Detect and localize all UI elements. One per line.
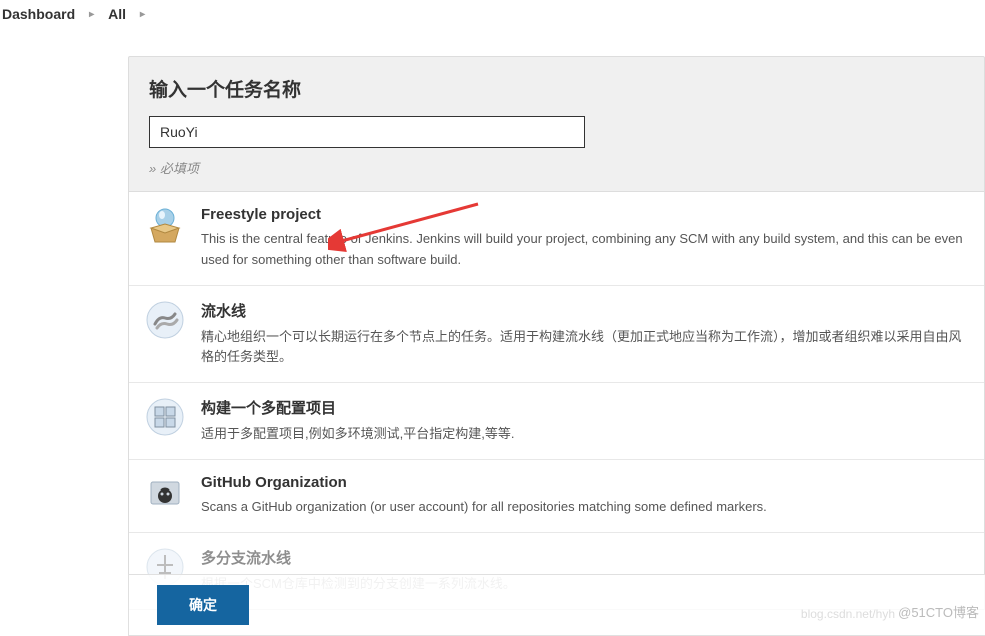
item-title: 流水线: [201, 300, 968, 321]
item-title: GitHub Organization: [201, 474, 968, 491]
ok-button[interactable]: 确定: [157, 585, 249, 625]
project-type-list: Freestyle project This is the central fe…: [128, 192, 985, 610]
chevron-right-icon: ▸: [81, 9, 102, 20]
item-title: 多分支流水线: [201, 547, 968, 568]
item-github-organization[interactable]: GitHub Organization Scans a GitHub organ…: [129, 460, 984, 533]
breadcrumb-dashboard[interactable]: Dashboard: [0, 6, 77, 22]
item-description: 适用于多配置项目,例如多环境测试,平台指定构建,等等.: [201, 424, 968, 445]
item-freestyle-project[interactable]: Freestyle project This is the central fe…: [129, 192, 984, 286]
name-input-section: 输入一个任务名称 » 必填项: [128, 56, 985, 192]
item-title: Freestyle project: [201, 206, 968, 223]
chevron-right-icon: ▸: [132, 9, 153, 20]
github-icon: [145, 474, 185, 514]
multiconfig-icon: [145, 397, 185, 437]
page-title: 输入一个任务名称: [149, 75, 964, 102]
item-description: This is the central feature of Jenkins. …: [201, 229, 968, 271]
watermark-csdn: blog.csdn.net/hyh: [801, 607, 895, 621]
breadcrumb-all[interactable]: All: [106, 6, 128, 22]
main-content: 输入一个任务名称 » 必填项 Freestyle project This is…: [0, 56, 985, 610]
item-name-input[interactable]: [149, 116, 585, 148]
item-description: 精心地组织一个可以长期运行在多个节点上的任务。适用于构建流水线（更加正式地应当称…: [201, 327, 968, 369]
package-icon: [145, 206, 185, 246]
item-pipeline[interactable]: 流水线 精心地组织一个可以长期运行在多个节点上的任务。适用于构建流水线（更加正式…: [129, 286, 984, 384]
bottom-action-bar: 确定: [128, 574, 985, 636]
required-hint: » 必填项: [149, 158, 964, 177]
item-title: 构建一个多配置项目: [201, 397, 968, 418]
item-description: Scans a GitHub organization (or user acc…: [201, 497, 968, 518]
pipeline-icon: [145, 300, 185, 340]
watermark-51cto: @51CTO博客: [898, 602, 979, 621]
item-multiconfig[interactable]: 构建一个多配置项目 适用于多配置项目,例如多环境测试,平台指定构建,等等.: [129, 383, 984, 460]
breadcrumb: Dashboard ▸ All ▸: [0, 0, 985, 28]
